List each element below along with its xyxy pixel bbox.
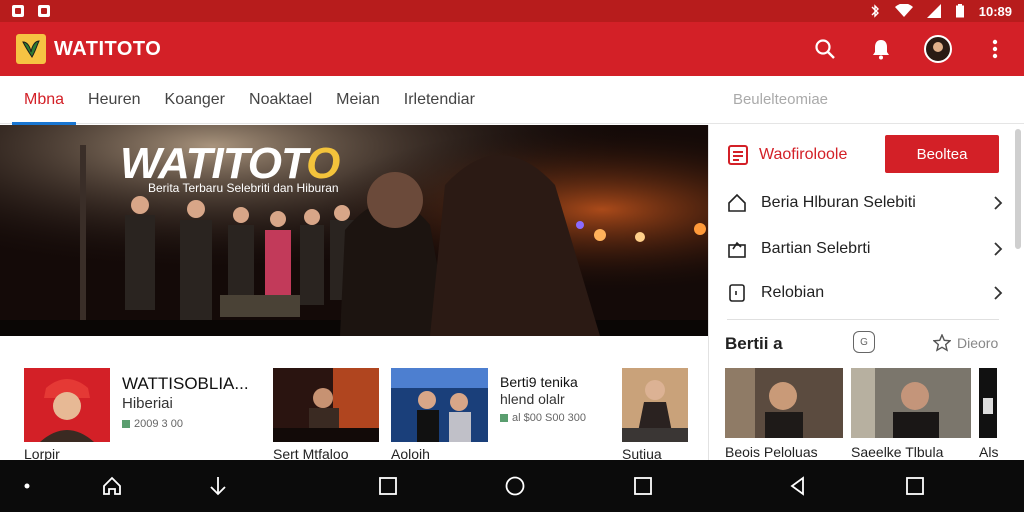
notification-icon [38,5,50,17]
side-panel-action-button[interactable]: Beoltea [885,135,999,173]
side-panel: Waofiroloole Beoltea Beria Hlburan Seleb… [708,125,1024,460]
chevron-right-icon [994,286,1003,300]
video-caption: Als [979,444,999,460]
status-time: 10:89 [978,3,1012,19]
menu-item-label: Beria Hlburan Selebiti [761,194,916,211]
tab-category-3[interactable]: Koanger [153,76,238,124]
side-panel-title: Waofiroloole [759,146,848,163]
video-image [979,368,997,438]
notifications-button[interactable] [868,36,894,62]
news-title[interactable]: WATTISOBLIA... [122,374,249,394]
menu-item-celebrity[interactable]: Bartian Selebrti [727,229,1003,269]
square-icon [379,477,397,495]
nav-back-button[interactable] [786,474,810,498]
date-icon [122,420,130,428]
section-more-link[interactable]: Dieoro [933,334,998,352]
search-button[interactable] [812,36,838,62]
leaf-logo-icon [22,40,40,58]
news-meta: al $00 S00 300 [500,412,586,424]
overflow-menu-button[interactable] [982,36,1008,62]
status-bar: 10:89 [0,0,1024,22]
tab-category-6[interactable]: Irletendiar [392,76,487,124]
nav-down-button[interactable] [206,474,230,498]
star-icon [933,334,951,352]
news-image [24,368,110,442]
square-icon [634,477,652,495]
news-image [391,368,488,442]
app-bar: WATITOTO [0,22,1024,76]
bluetooth-icon [871,4,879,18]
news-thumbnail[interactable] [273,368,379,442]
square-icon [906,477,924,495]
circle-icon [505,476,525,496]
hero-image [0,125,708,336]
battery-icon [955,4,964,18]
news-subtitle: hlend olalr [500,391,565,407]
video-thumbnail[interactable] [979,368,997,438]
menu-item-label: Relobian [761,284,825,301]
video-image [725,368,843,438]
news-thumbnail[interactable] [391,368,488,442]
news-subtitle: Hiberiai [122,395,173,412]
news-image [273,368,379,442]
document-icon [728,145,748,165]
more-vertical-icon [992,39,998,59]
tab-category-4[interactable]: Noaktael [237,76,324,124]
category-tabs: Mbna Heuren Koanger Noaktael Meian Irlet… [0,76,1024,125]
tab-category-5[interactable]: Meian [324,76,392,124]
hero-banner[interactable]: WATITOTO Berita Terbaru Selebriti dan Hi… [0,125,708,336]
chevron-right-icon [994,196,1003,210]
nav-circle-button[interactable] [503,474,527,498]
news-image [622,368,688,442]
tablet-icon [729,284,745,302]
app-title: WATITOTO [54,37,162,60]
share-box-icon [728,241,746,258]
video-caption: Beois Peloluas [725,444,818,460]
arrow-down-icon [210,477,226,496]
back-triangle-icon [790,476,804,496]
news-thumbnail[interactable] [622,368,688,442]
app-logo [16,34,46,64]
menu-item-label: Bartian Selebrti [761,240,871,257]
nav-dot-button[interactable] [15,474,39,498]
news-meta: 2009 3 00 [122,418,183,430]
wifi-icon [894,4,913,17]
nav-home-button[interactable] [100,474,124,498]
system-navigation-bar [0,460,1024,512]
menu-item-entertainment[interactable]: Beria Hlburan Selebiti [727,183,1003,223]
tabs-extra-label[interactable]: Beulelteomiae [733,91,828,108]
video-caption: Saeelke Tlbula [851,444,944,460]
news-thumbnail[interactable] [24,368,110,442]
section-title: Bertii a [725,334,783,353]
video-thumbnail[interactable] [851,368,971,438]
home-outline-icon [103,476,121,495]
date-icon [500,414,508,422]
bell-icon [873,40,889,60]
notification-icon [12,5,24,17]
nav-recents-button[interactable] [903,474,927,498]
home-icon [728,193,746,212]
chevron-right-icon [994,242,1003,256]
signal-icon [926,4,941,18]
divider [727,319,999,320]
video-image [851,368,971,438]
tab-news[interactable]: Heuren [76,76,152,124]
side-panel-scrollbar[interactable] [1015,129,1021,249]
tab-home[interactable]: Mbna [12,76,77,125]
nav-square-button[interactable] [631,474,655,498]
avatar[interactable] [924,35,952,63]
dot-icon [24,483,30,489]
news-title[interactable]: Berti9 tenika [500,374,578,390]
video-thumbnail[interactable] [725,368,843,438]
hero-subtitle: Berita Terbaru Selebriti dan Hiburan [148,181,339,195]
gif-icon[interactable]: G [853,331,875,353]
nav-square-button[interactable] [376,474,400,498]
search-icon [815,39,835,59]
menu-item-relationship[interactable]: Relobian [727,273,1003,313]
